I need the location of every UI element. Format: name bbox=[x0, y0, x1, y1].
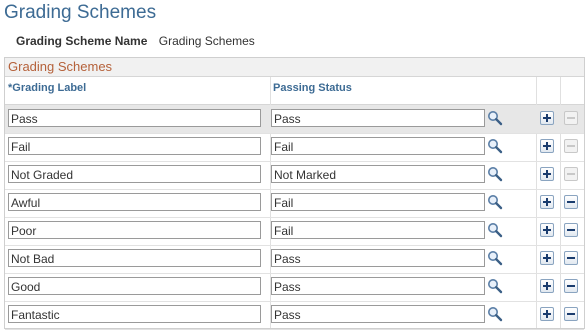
table-row: Poor Fail bbox=[5, 217, 584, 246]
delete-row-button[interactable] bbox=[564, 223, 578, 237]
magnifier-icon[interactable] bbox=[487, 138, 503, 154]
grading-schemes-grid: Grading Schemes *Grading Label Passing S… bbox=[4, 57, 585, 330]
table-row: Not Graded Not Marked bbox=[5, 161, 584, 190]
magnifier-icon[interactable] bbox=[487, 194, 503, 210]
minus-icon bbox=[567, 201, 575, 203]
delete-row-button[interactable] bbox=[564, 195, 578, 209]
magnifier-icon[interactable] bbox=[487, 250, 503, 266]
magnifier-icon[interactable] bbox=[487, 110, 503, 126]
table-row: Fail Fail bbox=[5, 133, 584, 162]
grading-label-input[interactable]: Pass bbox=[8, 109, 261, 127]
plus-icon-stem bbox=[546, 254, 548, 262]
passing-status-input[interactable]: Fail bbox=[271, 193, 485, 211]
table-row: Not Bad Pass bbox=[5, 245, 584, 274]
plus-icon-stem bbox=[546, 142, 548, 150]
add-row-button[interactable] bbox=[540, 195, 554, 209]
add-row-button[interactable] bbox=[540, 251, 554, 265]
grading-label-input[interactable]: Awful bbox=[8, 193, 261, 211]
passing-status-input[interactable]: Pass bbox=[271, 305, 485, 323]
delete-row-button bbox=[564, 111, 578, 125]
minus-icon bbox=[567, 229, 575, 231]
passing-status-input[interactable]: Pass bbox=[271, 277, 485, 295]
grading-label-input[interactable]: Fail bbox=[8, 137, 261, 155]
col-header-passing-status: Passing Status bbox=[273, 82, 352, 94]
magnifier-icon[interactable] bbox=[487, 278, 503, 294]
delete-row-button bbox=[564, 167, 578, 181]
passing-status-input[interactable]: Pass bbox=[271, 109, 485, 127]
magnifier-icon[interactable] bbox=[487, 306, 503, 322]
minus-icon bbox=[567, 117, 575, 119]
magnifier-icon[interactable] bbox=[487, 222, 503, 238]
page-title: Grading Schemes bbox=[4, 2, 157, 23]
grading-label-input[interactable]: Poor bbox=[8, 221, 261, 239]
delete-row-button[interactable] bbox=[564, 251, 578, 265]
minus-icon bbox=[567, 173, 575, 175]
add-row-button[interactable] bbox=[540, 139, 554, 153]
passing-status-input[interactable]: Not Marked bbox=[271, 165, 485, 183]
add-row-button[interactable] bbox=[540, 307, 554, 321]
grading-label-input[interactable]: Not Graded bbox=[8, 165, 261, 183]
delete-row-button[interactable] bbox=[564, 307, 578, 321]
table-row: Pass Pass bbox=[5, 105, 584, 134]
grading-scheme-name-label: Grading Scheme Name bbox=[16, 34, 148, 48]
plus-icon-stem bbox=[546, 282, 548, 290]
passing-status-input[interactable]: Fail bbox=[271, 137, 485, 155]
delete-row-button[interactable] bbox=[564, 279, 578, 293]
minus-icon bbox=[567, 313, 575, 315]
minus-icon bbox=[567, 285, 575, 287]
minus-icon bbox=[567, 257, 575, 259]
add-row-button[interactable] bbox=[540, 223, 554, 237]
grid-title: Grading Schemes bbox=[5, 58, 584, 77]
plus-icon-stem bbox=[546, 170, 548, 178]
delete-row-button bbox=[564, 139, 578, 153]
add-row-button[interactable] bbox=[540, 167, 554, 181]
grading-label-input[interactable]: Good bbox=[8, 277, 261, 295]
table-row: Good Pass bbox=[5, 273, 584, 302]
table-row: Awful Fail bbox=[5, 189, 584, 218]
table-row: Fantastic Pass bbox=[5, 301, 584, 330]
magnifier-icon[interactable] bbox=[487, 166, 503, 182]
passing-status-input[interactable]: Pass bbox=[271, 249, 485, 267]
plus-icon-stem bbox=[546, 310, 548, 318]
passing-status-input[interactable]: Fail bbox=[271, 221, 485, 239]
grading-label-input[interactable]: Fantastic bbox=[8, 305, 261, 323]
add-row-button[interactable] bbox=[540, 279, 554, 293]
grading-label-input[interactable]: Not Bad bbox=[8, 249, 261, 267]
col-header-grading-label: *Grading Label bbox=[8, 82, 87, 94]
grading-scheme-name-field: Grading Scheme Name Grading Schemes bbox=[16, 34, 255, 48]
minus-icon bbox=[567, 145, 575, 147]
plus-icon-stem bbox=[546, 114, 548, 122]
plus-icon-stem bbox=[546, 198, 548, 206]
grading-scheme-name-value: Grading Schemes bbox=[158, 34, 255, 48]
add-row-button[interactable] bbox=[540, 111, 554, 125]
plus-icon-stem bbox=[546, 226, 548, 234]
